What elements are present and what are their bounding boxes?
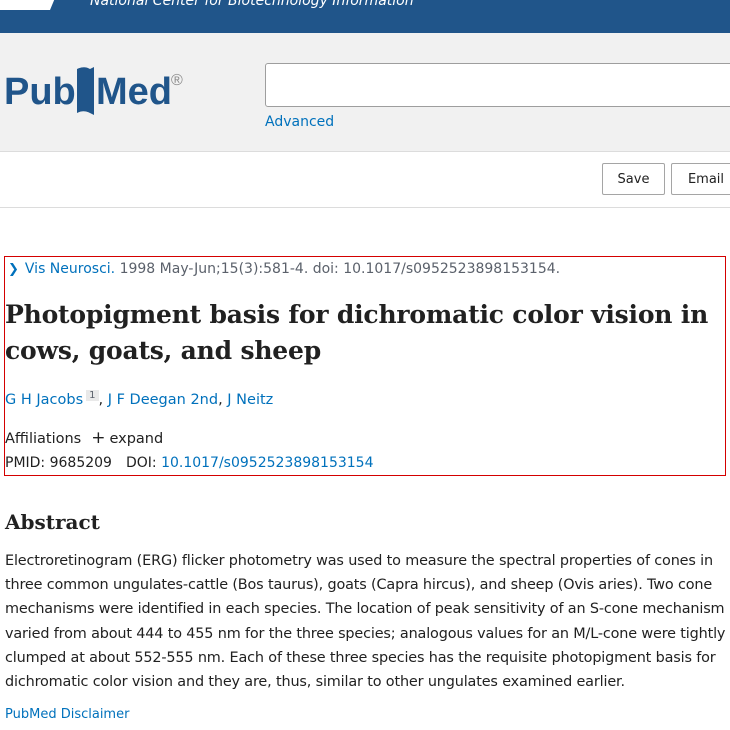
- author-link[interactable]: J Neitz: [227, 392, 273, 408]
- citation-details: 1998 May-Jun;15(3):581-4. doi: 10.1017/s…: [115, 261, 561, 277]
- book-icon: [77, 67, 90, 113]
- affiliations-row: Affiliations + expand: [5, 428, 163, 448]
- author-link[interactable]: J F Deegan 2nd: [108, 392, 218, 408]
- author-list: G H Jacobs 1, J F Deegan 2nd, J Neitz: [5, 390, 274, 408]
- author-link[interactable]: G H Jacobs: [5, 392, 83, 408]
- journal-citation: ❯ Vis Neurosci. 1998 May-Jun;15(3):581-4.…: [8, 261, 560, 277]
- ncbi-logo-icon[interactable]: [0, 0, 80, 10]
- affiliations-label: Affiliations: [5, 431, 82, 447]
- ncbi-header: National Center for Biotechnology Inform…: [0, 0, 730, 33]
- identifiers-row: PMID: 9685209 DOI: 10.1017/s0952523898153…: [5, 455, 373, 471]
- chevron-right-icon[interactable]: ❯: [8, 262, 19, 277]
- article-title: Photopigment basis for dichromatic color…: [5, 300, 709, 365]
- doi-link[interactable]: 10.1017/s0952523898153154: [161, 455, 373, 471]
- search-input[interactable]: [265, 63, 730, 107]
- expand-toggle[interactable]: expand: [109, 431, 163, 447]
- ncbi-org-name[interactable]: National Center for Biotechnology Inform…: [90, 0, 414, 9]
- email-button[interactable]: Email: [671, 163, 730, 195]
- save-button[interactable]: Save: [602, 163, 665, 195]
- action-bar: Save Email: [0, 152, 730, 208]
- advanced-search-link[interactable]: Advanced: [265, 114, 334, 130]
- citation-block: ❯ Vis Neurosci. 1998 May-Jun;15(3):581-4.…: [4, 256, 726, 476]
- plus-icon[interactable]: +: [91, 428, 105, 448]
- search-band: Pub Med ® Advanced: [0, 33, 730, 152]
- abstract-heading: Abstract: [5, 510, 100, 534]
- logo-text-pub: Pub: [4, 71, 76, 113]
- logo-text-med: Med: [96, 71, 172, 113]
- doi-label: DOI:: [125, 455, 157, 471]
- affiliation-ref[interactable]: 1: [86, 390, 99, 401]
- abstract-text: Electroretinogram (ERG) flicker photomet…: [5, 553, 726, 691]
- journal-link[interactable]: Vis Neurosci.: [25, 261, 115, 277]
- pubmed-disclaimer-link[interactable]: PubMed Disclaimer: [5, 707, 129, 722]
- pubmed-logo[interactable]: Pub Med ®: [4, 57, 194, 127]
- pmid: PMID: 9685209: [5, 455, 112, 471]
- registered-mark: ®: [171, 72, 183, 89]
